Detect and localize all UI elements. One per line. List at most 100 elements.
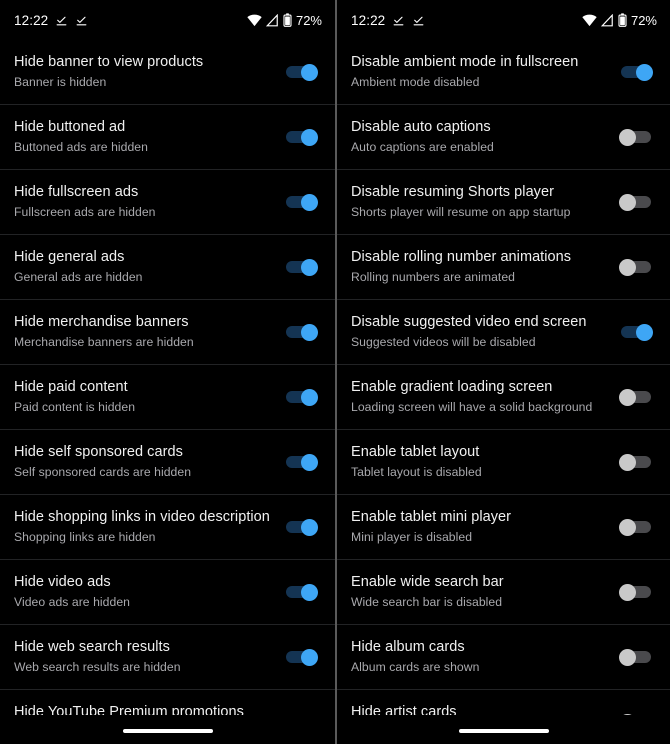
row-text: Disable ambient mode in fullscreen Ambie… <box>351 53 619 90</box>
row-title: Hide general ads <box>14 249 125 265</box>
toggle-switch[interactable] <box>619 63 653 81</box>
row-summary: Shopping links are hidden <box>14 530 156 544</box>
row-text: Hide video ads Video ads are hidden <box>14 573 284 610</box>
toggle-switch[interactable] <box>619 648 653 666</box>
row-summary: Suggested videos will be disabled <box>351 335 536 349</box>
settings-row-hide-general-ads[interactable]: Hide general ads General ads are hidden <box>0 235 335 300</box>
row-title: Hide artist cards <box>351 704 457 715</box>
settings-row-hide-video-ads[interactable]: Hide video ads Video ads are hidden <box>0 560 335 625</box>
toggle-thumb <box>301 258 318 276</box>
row-summary: Wide search bar is disabled <box>351 595 503 609</box>
toggle-switch[interactable] <box>284 258 318 276</box>
settings-row-hide-fullscreen-ads[interactable]: Hide fullscreen ads Fullscreen ads are h… <box>0 170 335 235</box>
row-title: Hide merchandise banners <box>14 314 189 330</box>
navigation-bar-left <box>0 715 335 744</box>
toggle-thumb <box>301 648 318 666</box>
settings-row-hide-paid-content[interactable]: Hide paid content Paid content is hidden <box>0 365 335 430</box>
row-title: Hide web search results <box>14 639 170 655</box>
settings-list-right[interactable]: Disable ambient mode in fullscreen Ambie… <box>337 40 670 715</box>
toggle-switch[interactable] <box>619 713 653 715</box>
toggle-thumb <box>636 323 653 341</box>
row-summary: Ambient mode disabled <box>351 75 480 89</box>
toggle-switch[interactable] <box>619 518 653 536</box>
toggle-switch[interactable] <box>619 193 653 211</box>
row-text: Disable suggested video end screen Sugge… <box>351 313 619 350</box>
settings-row-disable-auto-captions[interactable]: Disable auto captions Auto captions are … <box>337 105 670 170</box>
settings-row-disable-ambient-mode[interactable]: Disable ambient mode in fullscreen Ambie… <box>337 40 670 105</box>
toggle-thumb <box>301 323 318 341</box>
home-indicator[interactable] <box>458 729 549 733</box>
settings-row-hide-web-search-results[interactable]: Hide web search results Web search resul… <box>0 625 335 690</box>
row-text: Hide self sponsored cards Self sponsored… <box>14 443 284 480</box>
settings-row-disable-rolling-number-animations[interactable]: Disable rolling number animations Rollin… <box>337 235 670 300</box>
toggle-switch[interactable] <box>284 583 318 601</box>
toggle-thumb <box>619 128 636 146</box>
settings-row-hide-youtube-premium-promotions[interactable]: Hide YouTube Premium promotions YouTube … <box>0 690 335 715</box>
row-summary: General ads are hidden <box>14 270 143 284</box>
status-bar-clock: 12:22 <box>14 12 49 28</box>
battery-icon <box>618 13 627 27</box>
row-title: Disable suggested video end screen <box>351 314 587 330</box>
toggle-thumb <box>301 128 318 146</box>
row-title: Hide video ads <box>14 574 111 590</box>
row-text: Hide artist cards Artist cards are shown <box>351 703 619 715</box>
row-text: Disable auto captions Auto captions are … <box>351 118 619 155</box>
row-summary: Merchandise banners are hidden <box>14 335 194 349</box>
settings-row-hide-self-sponsored-cards[interactable]: Hide self sponsored cards Self sponsored… <box>0 430 335 495</box>
row-text: Hide merchandise banners Merchandise ban… <box>14 313 284 350</box>
row-title: Disable auto captions <box>351 119 491 135</box>
settings-row-hide-artist-cards[interactable]: Hide artist cards Artist cards are shown <box>337 690 670 715</box>
row-title: Disable resuming Shorts player <box>351 184 554 200</box>
toggle-switch[interactable] <box>284 388 318 406</box>
status-bar-right-group: 72% <box>247 13 322 28</box>
toggle-switch[interactable] <box>284 453 318 471</box>
toggle-thumb <box>301 388 318 406</box>
settings-row-hide-merchandise-banners[interactable]: Hide merchandise banners Merchandise ban… <box>0 300 335 365</box>
settings-row-enable-gradient-loading-screen[interactable]: Enable gradient loading screen Loading s… <box>337 365 670 430</box>
toggle-switch[interactable] <box>619 583 653 601</box>
settings-row-enable-wide-search-bar[interactable]: Enable wide search bar Wide search bar i… <box>337 560 670 625</box>
toggle-thumb <box>619 453 636 471</box>
battery-percentage: 72% <box>630 12 657 28</box>
home-indicator[interactable] <box>122 729 213 733</box>
wifi-icon <box>247 14 262 27</box>
toggle-switch[interactable] <box>619 258 653 276</box>
toggle-switch[interactable] <box>284 128 318 146</box>
settings-row-hide-shopping-links[interactable]: Hide shopping links in video description… <box>0 495 335 560</box>
left-phone-screen: 12:22 72% Hide banner to view products B… <box>0 0 335 744</box>
toggle-switch[interactable] <box>619 388 653 406</box>
toggle-switch[interactable] <box>284 63 318 81</box>
settings-row-hide-buttoned-ad[interactable]: Hide buttoned ad Buttoned ads are hidden <box>0 105 335 170</box>
toggle-switch[interactable] <box>284 518 318 536</box>
toggle-switch[interactable] <box>619 453 653 471</box>
toggle-switch[interactable] <box>284 323 318 341</box>
settings-row-hide-banner-to-view-products[interactable]: Hide banner to view products Banner is h… <box>0 40 335 105</box>
row-title: Hide YouTube Premium promotions <box>14 704 244 715</box>
settings-row-enable-tablet-mini-player[interactable]: Enable tablet mini player Mini player is… <box>337 495 670 560</box>
toggle-switch[interactable] <box>619 323 653 341</box>
settings-row-disable-resuming-shorts-player[interactable]: Disable resuming Shorts player Shorts pl… <box>337 170 670 235</box>
toggle-switch[interactable] <box>284 648 318 666</box>
settings-row-enable-tablet-layout[interactable]: Enable tablet layout Tablet layout is di… <box>337 430 670 495</box>
settings-list-left[interactable]: Hide banner to view products Banner is h… <box>0 40 335 715</box>
row-text: Hide fullscreen ads Fullscreen ads are h… <box>14 183 284 220</box>
row-text: Hide album cards Album cards are shown <box>351 638 619 675</box>
navigation-bar-right <box>337 715 670 744</box>
row-summary: Video ads are hidden <box>14 595 130 609</box>
row-text: Hide YouTube Premium promotions YouTube … <box>14 703 284 715</box>
toggle-thumb <box>619 388 636 406</box>
settings-row-disable-suggested-video-end-screen[interactable]: Disable suggested video end screen Sugge… <box>337 300 670 365</box>
toggle-thumb <box>301 518 318 536</box>
toggle-switch[interactable] <box>284 193 318 211</box>
status-bar-left-group: 12:22 <box>14 13 88 28</box>
row-title: Enable gradient loading screen <box>351 379 553 395</box>
download-done-icon <box>412 14 425 27</box>
status-bar-left-group: 12:22 <box>351 13 425 28</box>
settings-row-hide-album-cards[interactable]: Hide album cards Album cards are shown <box>337 625 670 690</box>
toggle-switch[interactable] <box>619 128 653 146</box>
status-bar-clock: 12:22 <box>351 12 386 28</box>
row-title: Enable tablet layout <box>351 444 480 460</box>
toggle-thumb <box>301 583 318 601</box>
signal-icon <box>265 13 279 27</box>
toggle-thumb <box>619 713 636 715</box>
